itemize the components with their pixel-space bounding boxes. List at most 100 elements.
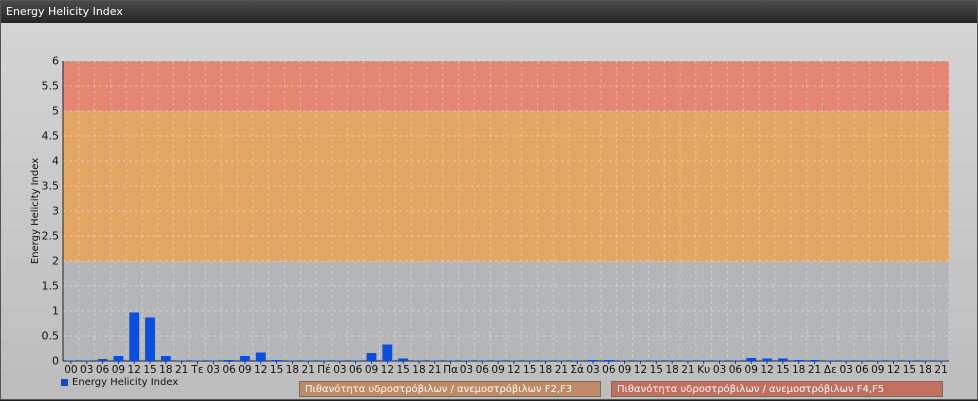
x-tick-label: 03: [713, 364, 726, 376]
bar: [113, 356, 124, 361]
x-tick-label: Πα: [443, 364, 458, 376]
y-tick-label: 1.5: [42, 280, 60, 293]
x-tick-label: 18: [919, 364, 932, 376]
y-tick-label: 1: [52, 305, 59, 318]
x-tick-label: 09: [112, 364, 125, 376]
bar: [271, 360, 282, 361]
x-tick-label: 12: [760, 364, 773, 376]
bar: [920, 360, 931, 361]
ehi-chart: 00.511.522.533.544.555.5600 03 06 09 12 15 18 2…: [30, 55, 950, 376]
x-tick-label: 21: [302, 364, 315, 376]
x-tick-label: 06: [602, 364, 616, 376]
bar: [208, 360, 219, 361]
x-tick-label: 18: [665, 364, 678, 376]
x-tick-label: 18: [539, 364, 552, 376]
bar: [809, 360, 820, 361]
x-tick-label: 15: [143, 364, 156, 376]
y-tick-label: 2: [52, 255, 59, 268]
x-tick-label: 12: [634, 364, 647, 376]
bar: [841, 360, 852, 361]
legend-band-f4f5: Πιθανότητα υδροστρόβιλων / ανεμοστρόβιλω…: [611, 381, 943, 397]
bar: [350, 360, 361, 361]
bar: [319, 360, 329, 361]
x-tick-label: 03: [839, 364, 852, 376]
y-tick-label: 5: [52, 105, 59, 118]
bar: [192, 360, 203, 361]
bar: [651, 360, 662, 361]
x-tick-label: 09: [745, 364, 758, 376]
bar: [857, 360, 867, 361]
bar: [81, 360, 92, 361]
x-tick-label: 12: [128, 364, 141, 376]
bar: [66, 360, 76, 361]
bar: [382, 344, 393, 361]
legend-series: Energy Helicity Index: [61, 377, 178, 388]
bar: [762, 358, 772, 361]
bar: [698, 360, 709, 361]
x-tick-label: 15: [396, 364, 409, 376]
bar: [746, 358, 757, 361]
x-tick-label: 18: [792, 364, 805, 376]
x-tick-label: 00: [64, 364, 77, 376]
x-tick-label: 09: [365, 364, 378, 376]
bar: [872, 360, 883, 361]
bar: [540, 360, 551, 361]
x-tick-label: 03: [207, 364, 220, 376]
bar: [603, 360, 614, 361]
bar: [904, 360, 915, 361]
x-tick-label: Κυ: [697, 364, 710, 376]
bar: [255, 352, 266, 361]
bar: [667, 360, 678, 361]
bar: [588, 360, 598, 361]
y-tick-label: 4: [52, 155, 59, 168]
x-tick-label: 21: [555, 364, 568, 376]
bar: [176, 360, 187, 361]
x-tick-label: 09: [238, 364, 251, 376]
bar: [224, 360, 235, 361]
x-tick-label: 03: [333, 364, 346, 376]
bar: [493, 360, 503, 361]
y-axis-title: Energy Helicity Index: [30, 158, 41, 264]
y-tick-label: 3.5: [42, 180, 60, 193]
bar: [366, 353, 377, 361]
bar: [730, 360, 741, 361]
bar: [556, 360, 567, 361]
legend-series-label: Energy Helicity Index: [72, 377, 179, 388]
bar: [477, 360, 488, 361]
x-tick-label: 15: [650, 364, 663, 376]
bar: [429, 360, 440, 361]
y-tick-label: 2.5: [42, 230, 60, 243]
x-tick-label: 15: [523, 364, 536, 376]
bar: [145, 317, 155, 361]
x-tick-label: 18: [159, 364, 172, 376]
x-tick-label: 15: [903, 364, 916, 376]
x-tick-label: 06: [222, 364, 236, 376]
bar: [160, 356, 171, 361]
x-tick-label: 21: [175, 364, 188, 376]
x-tick-label: 06: [476, 364, 490, 376]
bar: [888, 360, 899, 361]
x-tick-label: 06: [96, 364, 110, 376]
bar: [445, 360, 456, 361]
x-tick-label: 09: [871, 364, 884, 376]
bar: [287, 360, 298, 361]
chart-window: Energy Helicity Index 0 0.5 1 1.5 2 2.5 3 3.5 4 4…: [0, 0, 978, 400]
x-tick-label: 15: [776, 364, 789, 376]
x-tick-label: 21: [808, 364, 821, 376]
x-tick-label: 12: [254, 364, 267, 376]
y-tick-label: 4.5: [42, 130, 60, 143]
bar: [825, 360, 836, 361]
bar: [572, 360, 583, 361]
x-tick-label: 18: [286, 364, 299, 376]
y-tick-label: 3: [52, 205, 59, 218]
x-tick-label: 09: [491, 364, 504, 376]
x-tick-label: Σά: [570, 364, 584, 376]
x-tick-label: 06: [855, 364, 869, 376]
bar: [97, 359, 108, 361]
bar: [714, 360, 725, 361]
x-tick-label: 18: [412, 364, 425, 376]
bar: [619, 360, 630, 361]
bar: [936, 360, 946, 361]
legend-band-f2f3: Πιθανότητα υδροστρόβιλων / ανεμοστρόβιλω…: [299, 381, 601, 397]
x-tick-label: 21: [681, 364, 694, 376]
